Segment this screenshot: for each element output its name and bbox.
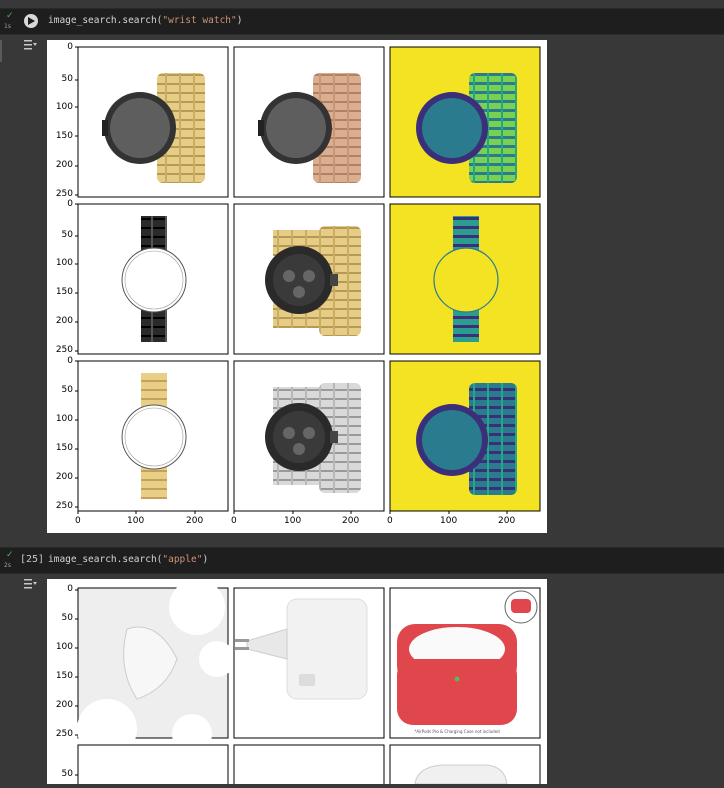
y-tick-label: 250 [55,729,73,739]
y-tick-label: 150 [55,443,73,453]
x-tick-label: 200 [186,516,204,526]
y-tick-label: 100 [55,258,73,268]
figure-apple: *AirPods Pro & Charging Case not include… [47,579,547,786]
panel-yellow-colormap-outline [389,203,541,355]
y-tick-label: 250 [55,189,73,199]
output-toggle-icon[interactable] [22,38,38,52]
panel-power-adapter [233,587,385,739]
exec-time: 1s [4,23,11,30]
y-tick-label: 50 [61,769,73,779]
x-tick-label: 0 [75,516,81,526]
x-tick-label: 0 [387,516,393,526]
x-tick-label: 100 [440,516,458,526]
panel-yellow-colormap-watch-2 [389,360,541,512]
y-tick-label: 200 [55,316,73,326]
y-tick-label: 200 [55,160,73,170]
y-tick-label: 150 [55,131,73,141]
caption: *AirPods Pro & Charging Case not include… [414,729,500,734]
code-line[interactable]: image_search.search("apple") [48,554,208,565]
y-tick-label: 100 [55,414,73,424]
panel-black-band-outline [77,203,229,355]
y-tick-label: 100 [55,102,73,112]
x-tick-label: 200 [342,516,360,526]
image-grid: *AirPods Pro & Charging Case not include… [75,579,541,786]
image-grid [75,46,541,514]
cell-gutter: ✓ 1s [0,9,18,34]
panel-airpods-red-case: *AirPods Pro & Charging Case not include… [389,587,541,739]
panel-rose-gold-link-watch [233,46,385,198]
y-tick-label: 0 [67,42,73,52]
y-tick-label: 50 [61,74,73,84]
x-tick-label: 0 [231,516,237,526]
execution-count: [25] [20,554,45,565]
run-cell-button[interactable] [24,14,38,28]
exec-time: 2s [4,562,11,569]
panel-gold-band-outline [77,360,229,512]
panel-row2-b [233,744,385,786]
panel-paper-curl [77,579,235,759]
y-tick-label: 50 [61,385,73,395]
play-icon [28,17,35,25]
panel-silver-chrono-watch [233,360,385,512]
y-tick-label: 0 [67,584,73,594]
y-tick-label: 200 [55,700,73,710]
panel-row2-c [389,744,541,786]
code-line[interactable]: image_search.search("wrist watch") [48,15,242,26]
y-tick-label: 0 [67,199,73,209]
panel-row2-a [77,744,229,786]
y-tick-label: 250 [55,501,73,511]
output-toggle-icon[interactable] [22,577,38,591]
x-tick-label: 200 [498,516,516,526]
y-tick-label: 50 [61,230,73,240]
y-tick-label: 50 [61,613,73,623]
y-tick-label: 250 [55,345,73,355]
x-tick-label: 100 [284,516,302,526]
code-cell-2[interactable]: ✓ 2s [25] image_search.search("apple") [0,547,724,574]
y-tick-label: 150 [55,671,73,681]
figure-wrist-watch: 0 50 100 150 200 250 0 50 100 150 200 25… [47,40,547,533]
y-tick-label: 0 [67,356,73,366]
y-tick-label: 200 [55,472,73,482]
y-tick-label: 100 [55,642,73,652]
y-tick-label: 150 [55,287,73,297]
top-bar [0,0,724,8]
cell-gutter: ✓ 2s [0,548,18,573]
scrollbar[interactable] [0,40,2,62]
success-check-icon: ✓ [6,11,14,21]
success-check-icon: ✓ [6,550,14,560]
x-tick-label: 100 [127,516,145,526]
panel-gold-chrono-watch [233,203,385,355]
panel-yellow-colormap-watch [389,46,541,198]
panel-gold-link-watch [77,46,229,198]
code-cell-1[interactable]: ✓ 1s image_search.search("wrist watch") [0,8,724,35]
